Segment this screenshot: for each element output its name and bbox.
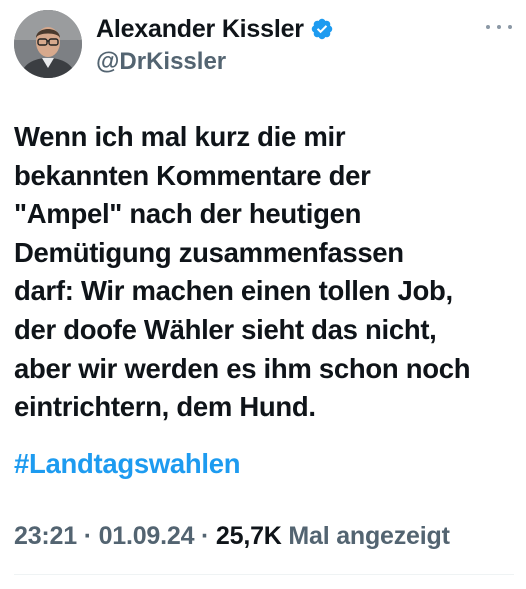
separator: · xyxy=(76,522,99,550)
verified-badge-icon xyxy=(310,17,334,41)
more-options-icon[interactable] xyxy=(486,22,512,32)
tweet-time[interactable]: 23:21 xyxy=(14,522,77,550)
avatar[interactable] xyxy=(14,10,82,78)
tweet-date[interactable]: 01.09.24 xyxy=(99,522,195,550)
tweet-header: Alexander Kissler @DrKissler xyxy=(14,10,514,82)
tweet-text: Wenn ich mal kurz die mir bekannten Komm… xyxy=(14,121,471,423)
dot xyxy=(497,25,501,29)
views-label: Mal angezeigt xyxy=(281,522,450,550)
divider xyxy=(14,574,514,575)
profile-photo-icon xyxy=(14,10,82,78)
dot xyxy=(508,25,512,29)
display-name-row: Alexander Kissler xyxy=(96,12,334,46)
author-names: Alexander Kissler @DrKissler xyxy=(96,12,334,76)
hashtag-link[interactable]: #Landtagswahlen xyxy=(14,448,241,480)
separator: · xyxy=(194,522,216,550)
display-name[interactable]: Alexander Kissler xyxy=(96,15,304,44)
views-count: 25,7K xyxy=(215,522,282,550)
dot xyxy=(486,25,490,29)
tweet-meta: 23:21 · 01.09.24 · 25,7K Mal angezeigt xyxy=(14,522,450,551)
handle[interactable]: @DrKissler xyxy=(96,48,334,76)
